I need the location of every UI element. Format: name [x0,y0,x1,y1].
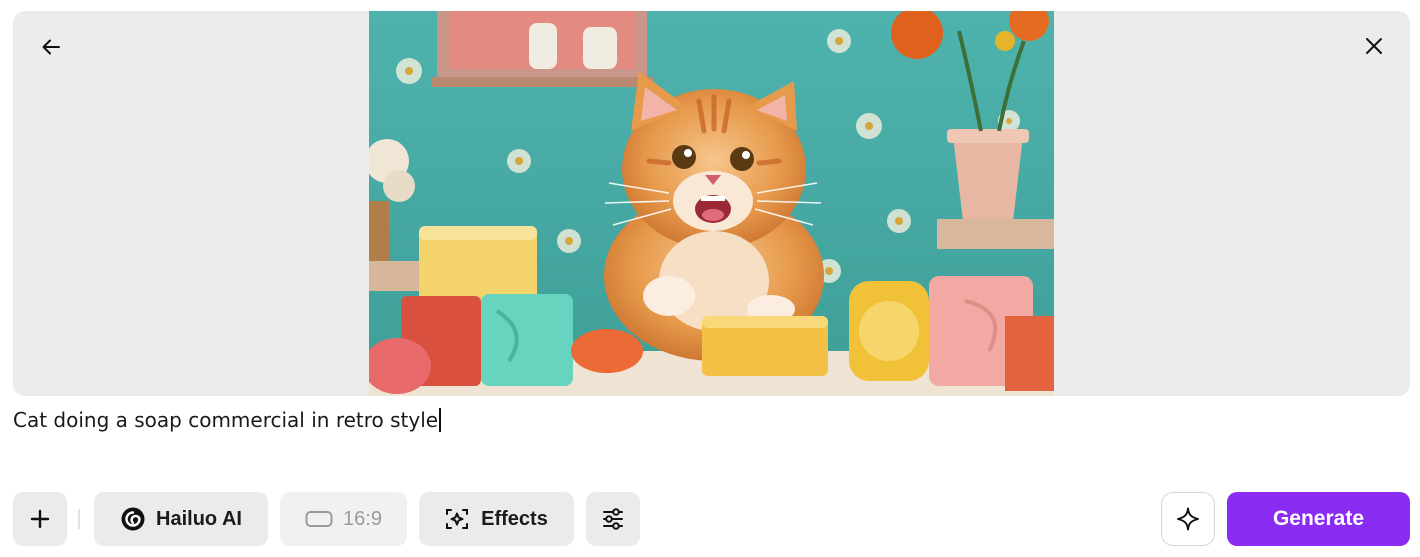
close-icon [1366,38,1382,54]
effects-frame-icon [446,509,469,529]
back-button[interactable] [33,29,69,65]
sparkle-icon [1177,507,1199,531]
sliders-icon [603,508,623,530]
prompt-text: Cat doing a soap commercial in retro sty… [13,408,439,432]
text-caret [439,408,442,432]
aspect-ratio-button[interactable]: 16:9 [280,492,407,546]
effects-label: Effects [481,507,548,530]
media-preview [13,11,1410,396]
add-button[interactable] [13,492,67,546]
toolbar-divider [78,509,80,529]
generate-button[interactable]: Generate [1227,492,1410,546]
prompt-input[interactable]: Cat doing a soap commercial in retro sty… [13,408,442,432]
model-selector-button[interactable]: Hailuo AI [94,492,268,546]
plus-icon [30,509,50,529]
effects-button[interactable]: Effects [419,492,574,546]
generate-label: Generate [1272,507,1365,530]
aspect-ratio-label: 16:9 [343,507,382,530]
arrow-left-icon [42,39,60,55]
generated-image [369,11,1054,396]
enhance-prompt-button[interactable] [1161,492,1215,546]
settings-button[interactable] [586,492,640,546]
hailuo-spiral-icon [121,507,145,531]
rectangle-icon [305,511,333,527]
close-button[interactable] [1356,28,1392,64]
model-label: Hailuo AI [156,507,242,530]
